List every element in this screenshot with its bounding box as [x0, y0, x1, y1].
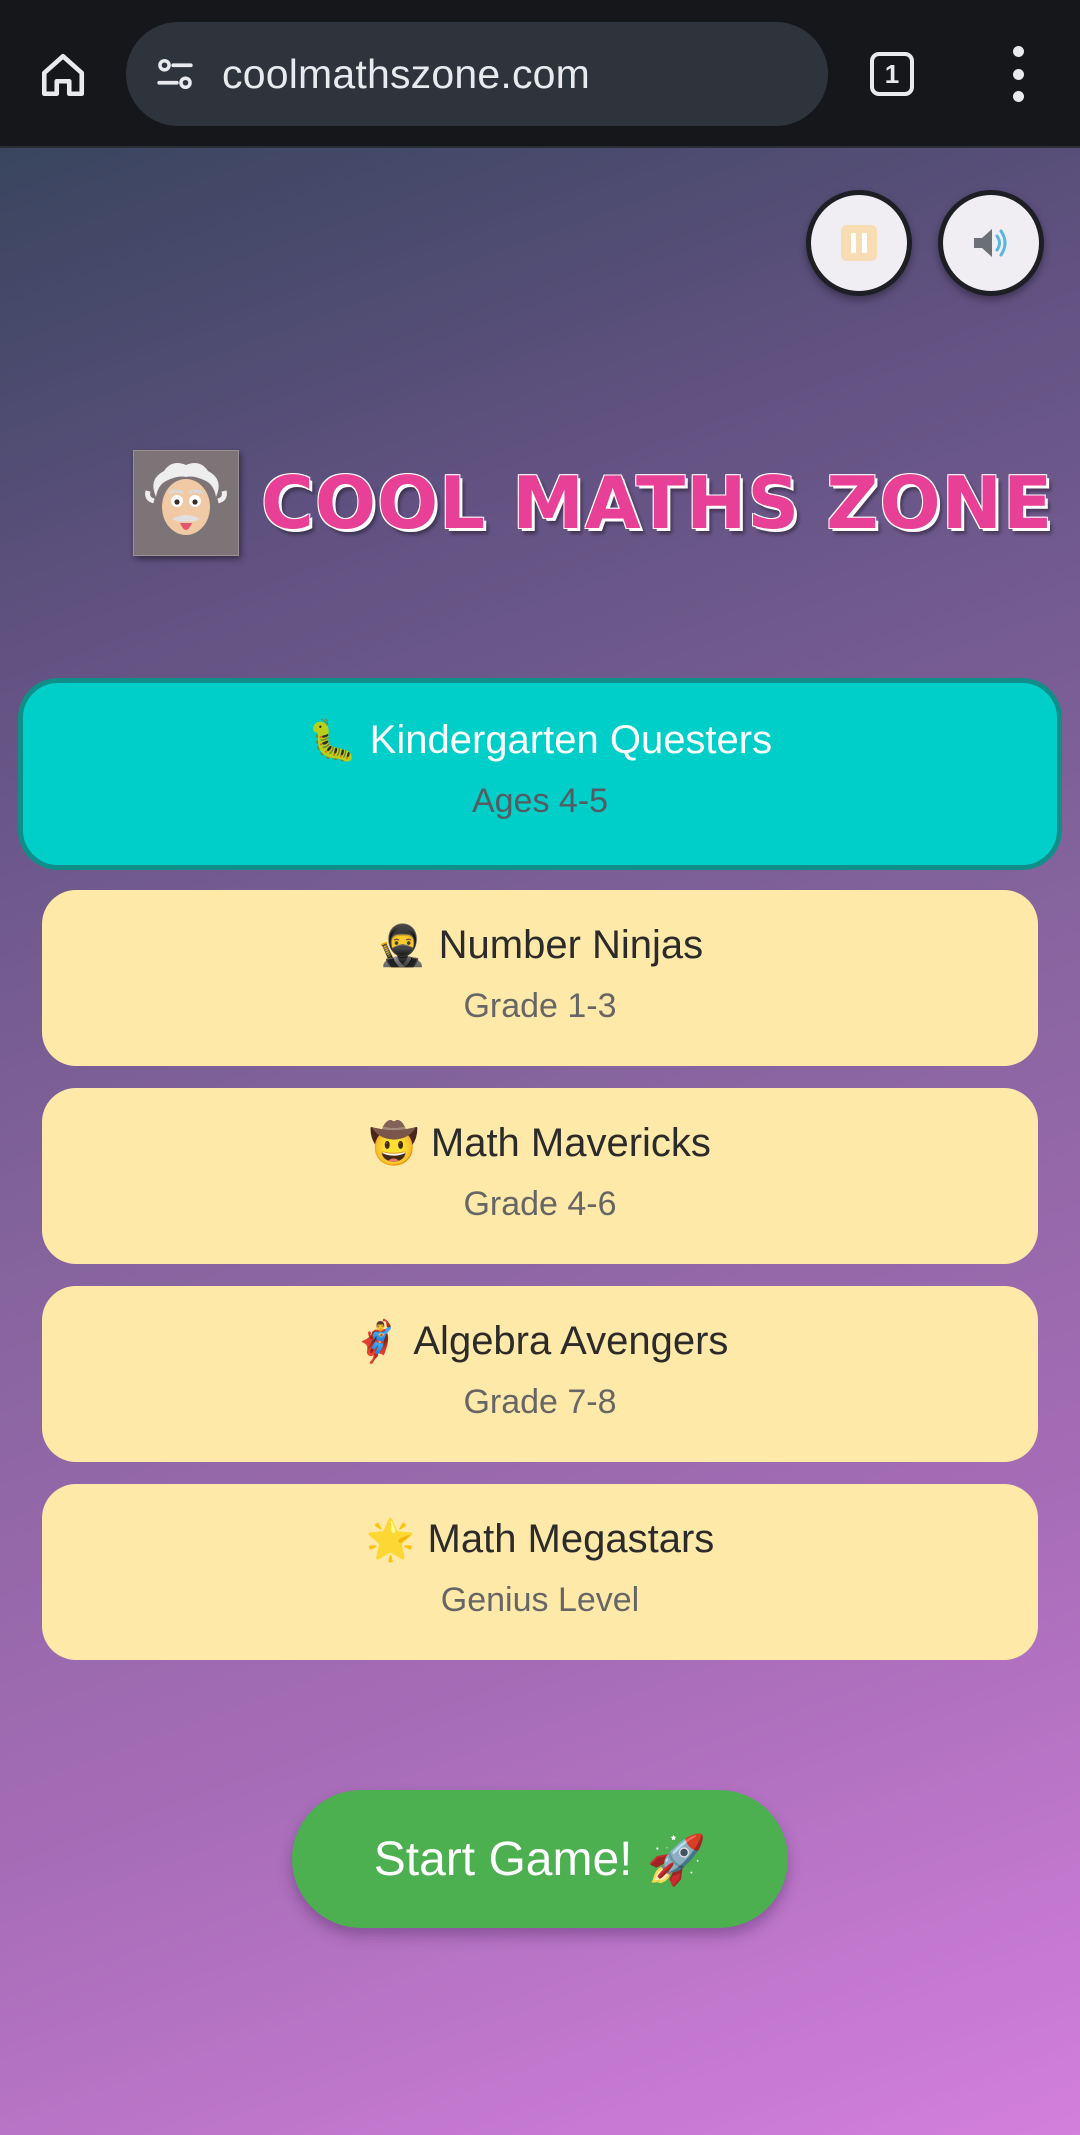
tabs-icon: 1: [870, 52, 914, 96]
home-button[interactable]: [30, 42, 96, 108]
level-card-algebra-avengers[interactable]: 🦸‍♂️ Algebra Avengers Grade 7-8: [42, 1286, 1038, 1462]
brand-header: COOL MATHS ZONE: [133, 450, 1053, 556]
einstein-logo: [133, 450, 239, 556]
more-menu-icon[interactable]: [994, 46, 1042, 102]
level-sub: Grade 4-6: [463, 1185, 617, 1223]
browser-toolbar: coolmathszone.com 1: [0, 0, 1080, 148]
sound-button[interactable]: [938, 190, 1044, 296]
level-label: Kindergarten Questers: [369, 718, 773, 762]
tab-count: 1: [884, 58, 900, 89]
level-label: Number Ninjas: [438, 923, 704, 967]
tabs-button[interactable]: 1: [864, 46, 920, 102]
level-label: Math Megastars: [427, 1517, 715, 1561]
level-sub: Genius Level: [440, 1581, 640, 1619]
level-sub: Grade 1-3: [463, 987, 617, 1025]
pause-button[interactable]: [806, 190, 912, 296]
url-text[interactable]: coolmathszone.com: [222, 51, 590, 98]
start-game-button[interactable]: Start Game! 🚀: [292, 1790, 788, 1928]
level-card-math-mavericks[interactable]: 🤠 Math Mavericks Grade 4-6: [42, 1088, 1038, 1264]
superhero-icon: 🦸‍♂️: [351, 1320, 402, 1364]
home-icon: [41, 53, 85, 97]
pause-icon: [841, 225, 877, 261]
level-label: Algebra Avengers: [413, 1319, 729, 1363]
level-card-math-megastars[interactable]: 🌟 Math Megastars Genius Level: [42, 1484, 1038, 1660]
speaker-icon: [974, 229, 1007, 257]
page-title: COOL MATHS ZONE: [261, 461, 1054, 545]
level-card-kindergarten-questers[interactable]: 🐛 Kindergarten Questers Ages 4-5: [18, 678, 1062, 870]
ninja-icon: 🥷: [376, 924, 427, 968]
caterpillar-icon: 🐛: [307, 719, 358, 763]
level-sub: Grade 7-8: [463, 1383, 617, 1421]
level-card-number-ninjas[interactable]: 🥷 Number Ninjas Grade 1-3: [42, 890, 1038, 1066]
site-settings-icon[interactable]: [150, 49, 200, 99]
star-icon: 🌟: [365, 1518, 416, 1562]
address-bar[interactable]: coolmathszone.com: [126, 22, 828, 126]
game-page: COOL MATHS ZONE 🐛 Kindergarten Questers …: [0, 148, 1080, 2135]
rocket-icon: 🚀: [646, 1833, 707, 1887]
level-label: Math Mavericks: [430, 1121, 711, 1165]
cowboy-icon: 🤠: [369, 1122, 419, 1166]
start-game-label: Start Game!: [373, 1832, 633, 1886]
level-sub: Ages 4-5: [471, 782, 609, 820]
